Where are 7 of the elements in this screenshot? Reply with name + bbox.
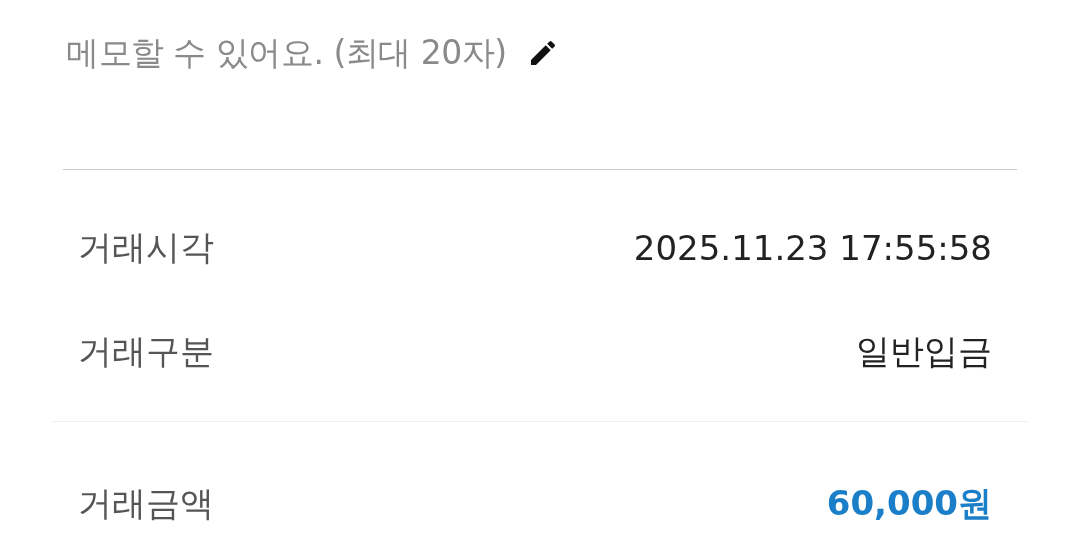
amount-value: 60,000원 <box>826 482 992 525</box>
detail-label: 거래시각 <box>78 226 214 269</box>
detail-value: 2025.11.23 17:55:58 <box>633 228 992 268</box>
amount-label: 거래금액 <box>78 482 214 525</box>
detail-value: 일반입금 <box>856 330 992 373</box>
detail-label: 거래구분 <box>78 330 214 373</box>
memo-placeholder[interactable]: 메모할 수 있어요. (최대 20자) <box>66 30 507 76</box>
